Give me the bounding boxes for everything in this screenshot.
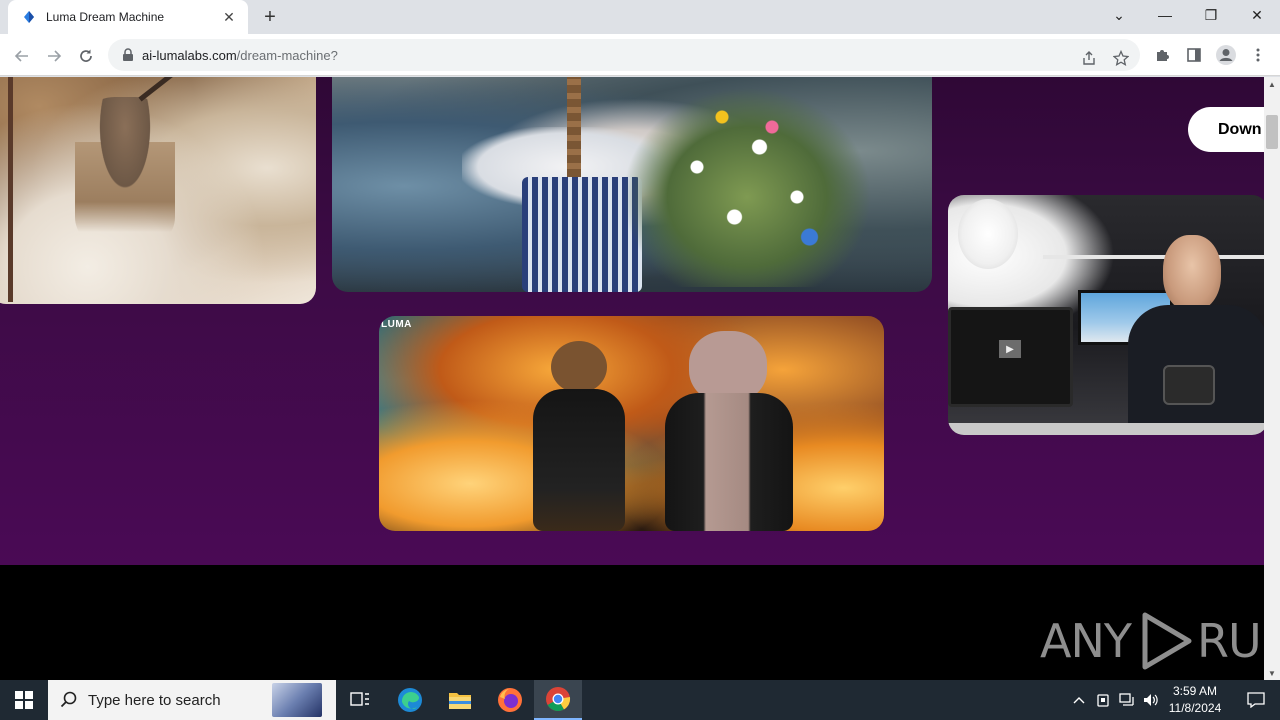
clock-date: 11/8/2024 <box>1168 701 1222 715</box>
search-icon <box>60 691 77 708</box>
play-icon: ▶ <box>999 340 1021 358</box>
pig-jacket <box>665 393 793 531</box>
camera-graphic <box>1163 365 1215 405</box>
staff-graphic <box>8 77 13 302</box>
gallery-video-musician[interactable] <box>0 77 316 304</box>
minimize-button[interactable]: — <box>1142 0 1188 30</box>
desk-graphic <box>948 423 1264 435</box>
musician-figure <box>75 97 175 247</box>
luma-favicon-icon <box>24 11 34 23</box>
notification-icon <box>1247 692 1265 708</box>
bouquet-graphic <box>622 87 872 287</box>
forward-button[interactable] <box>40 42 68 70</box>
task-view-button[interactable] <box>336 680 384 720</box>
vertical-scrollbar[interactable]: ▲ ▼ <box>1264 77 1280 680</box>
share-icon[interactable] <box>1078 47 1100 69</box>
restore-button[interactable]: ❐ <box>1188 0 1234 30</box>
profile-avatar-icon[interactable] <box>1214 43 1238 67</box>
gallery-video-bear-pig[interactable]: LUMA <box>379 316 884 531</box>
chrome-icon <box>546 687 571 712</box>
tab-luma-dream-machine[interactable]: Luma Dream Machine ✕ <box>8 0 248 34</box>
start-button[interactable] <box>0 680 48 720</box>
page-viewport: LUMA ▶ Down ANY RUN <box>0 77 1264 680</box>
banjo-graphic <box>138 77 237 102</box>
browser-menu-icon[interactable] <box>1246 43 1270 67</box>
reload-button[interactable] <box>72 42 100 70</box>
bear-head <box>551 341 607 393</box>
close-window-button[interactable]: ✕ <box>1234 0 1280 30</box>
watermark-right: RUN <box>1196 614 1264 668</box>
scroll-down-arrow-icon[interactable]: ▼ <box>1264 666 1280 680</box>
extensions-puzzle-icon[interactable] <box>1150 43 1174 67</box>
url-path: /dream-machine? <box>236 47 338 63</box>
firefox-button[interactable] <box>486 680 534 720</box>
tab-search-icon[interactable]: ⌄ <box>1096 0 1142 30</box>
url-host: ai-lumalabs.com <box>142 47 237 63</box>
back-button[interactable] <box>8 42 36 70</box>
firefox-icon <box>498 688 522 712</box>
file-explorer-button[interactable] <box>436 680 484 720</box>
windows-taskbar: Type here to search 3:59 AM 11/8/2024 <box>0 680 1280 720</box>
taskbar-search-box[interactable]: Type here to search <box>48 680 336 720</box>
forward-arrow-icon <box>48 50 62 62</box>
luma-watermark-logo: LUMA <box>381 319 412 330</box>
scrollbar-thumb[interactable] <box>1266 115 1278 149</box>
tab-title: Luma Dream Machine <box>46 10 165 24</box>
watermark-left: ANY <box>1040 614 1132 668</box>
address-bar[interactable]: ai-lumalabs.com/dream-machine? <box>108 39 1140 71</box>
anyrun-watermark: ANY RUN <box>1040 611 1264 671</box>
edge-button[interactable] <box>386 680 434 720</box>
network-icon[interactable] <box>1115 680 1139 720</box>
side-panel-icon[interactable] <box>1182 43 1206 67</box>
download-button[interactable]: Down <box>1188 107 1264 152</box>
chrome-button[interactable] <box>534 680 582 720</box>
edge-icon <box>398 688 422 712</box>
gallery-video-photographer[interactable]: ▶ <box>948 195 1264 435</box>
back-arrow-icon <box>14 50 28 62</box>
tab-close-icon[interactable]: ✕ <box>220 8 238 26</box>
tab-strip: Luma Dream Machine ✕ + ⌄ — ❐ ✕ <box>0 0 1280 34</box>
pig-figure <box>659 331 799 531</box>
bear-jacket <box>533 389 625 531</box>
new-tab-button[interactable]: + <box>258 6 282 28</box>
notification-center-button[interactable] <box>1232 680 1280 720</box>
windows-logo-icon <box>15 691 33 709</box>
task-view-icon <box>350 692 369 706</box>
browser-toolbar: ai-lumalabs.com/dream-machine? <box>0 34 1280 76</box>
scroll-up-arrow-icon[interactable]: ▲ <box>1264 77 1280 91</box>
device-tray-icon[interactable] <box>1092 680 1114 720</box>
search-placeholder: Type here to search <box>88 691 221 709</box>
search-highlight-image <box>272 683 322 717</box>
volume-icon[interactable] <box>1140 680 1162 720</box>
clock-time: 3:59 AM <box>1172 684 1218 698</box>
reload-icon <box>80 49 92 62</box>
photographer-face <box>1163 235 1221 311</box>
show-hidden-icons-chevron-icon[interactable] <box>1068 680 1090 720</box>
monitor-graphic: ▶ <box>948 307 1073 407</box>
bear-figure <box>529 341 629 531</box>
bookmark-star-icon[interactable] <box>1110 47 1132 69</box>
gallery-video-flowers[interactable] <box>332 77 932 292</box>
taskbar-clock[interactable]: 3:59 AM 11/8/2024 <box>1160 683 1230 717</box>
softbox-light <box>958 199 1018 269</box>
photographer-figure <box>1128 230 1264 435</box>
lock-icon[interactable] <box>122 48 134 62</box>
folder-icon <box>449 693 471 709</box>
play-triangle-icon <box>1142 612 1192 670</box>
